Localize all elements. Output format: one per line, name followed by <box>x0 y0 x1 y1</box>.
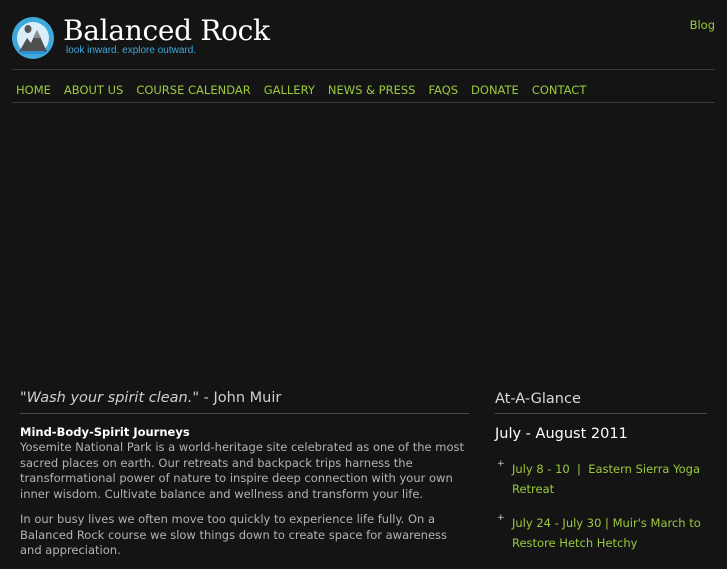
nav-link-gallery[interactable]: GALLERY <box>264 83 315 97</box>
hero-slideshow[interactable] <box>12 104 715 374</box>
plus-bullet-icon: + <box>497 459 505 469</box>
event-link-eastern-sierra-yoga-retreat[interactable]: July 8 - 10 | Eastern Sierra Yoga Retrea… <box>512 462 704 496</box>
nav-link-faqs[interactable]: FAQS <box>428 83 458 97</box>
intro-heading: Mind-Body-Spirit Journeys <box>20 425 190 439</box>
quote-divider <box>20 413 469 414</box>
nav-item-gallery: GALLERY <box>264 79 315 98</box>
plus-bullet-icon: + <box>497 513 505 523</box>
quote-open-mark: " <box>20 390 27 406</box>
intro-paragraph-1: Yosemite National Park is a world-herita… <box>20 440 465 501</box>
nav-item-home: HOME <box>16 79 51 98</box>
nav-bottom-divider <box>12 102 715 103</box>
at-a-glance-month: July - August 2011 <box>495 426 628 442</box>
nav-item-contact: CONTACT <box>532 79 587 98</box>
nav-item-faqs: FAQS <box>428 79 458 98</box>
brand-name[interactable]: Balanced Rock <box>63 14 270 48</box>
nav-top-divider <box>12 69 715 70</box>
brand[interactable]: Balanced Rock look inward. explore outwa… <box>63 14 270 56</box>
nav-link-contact[interactable]: CONTACT <box>532 83 587 97</box>
nav-link-course-calendar[interactable]: COURSE CALENDAR <box>136 83 250 97</box>
nav-item-course-calendar: COURSE CALENDAR <box>136 79 250 98</box>
nav-item-donate: DONATE <box>471 79 519 98</box>
nav-link-news-press[interactable]: NEWS & PRESS <box>328 83 416 97</box>
nav-link-about-us[interactable]: ABOUT US <box>64 83 123 97</box>
nav-link-home[interactable]: HOME <box>16 83 51 97</box>
balanced-rock-logo-icon[interactable] <box>11 16 55 60</box>
blog-link[interactable]: Blog <box>690 18 715 32</box>
at-a-glance-divider <box>495 413 707 414</box>
quote-text: Wash your spirit clean. <box>26 390 193 406</box>
nav-link-donate[interactable]: DONATE <box>471 83 519 97</box>
event-item: + July 24 - July 30 | Muir's March to Re… <box>497 512 707 551</box>
nav-item-about-us: ABOUT US <box>64 79 123 98</box>
john-muir-quote: "Wash your spirit clean." - John Muir <box>20 390 469 406</box>
event-list: + July 8 - 10 | Eastern Sierra Yoga Retr… <box>497 458 707 566</box>
event-item: + July 8 - 10 | Eastern Sierra Yoga Retr… <box>497 458 707 497</box>
intro-section: Mind-Body-Spirit Journeys Yosemite Natio… <box>20 424 469 569</box>
at-a-glance-heading: At-A-Glance <box>495 391 581 407</box>
intro-paragraph-2: In our busy lives we often move too quic… <box>20 512 448 557</box>
main-nav: HOME ABOUT US COURSE CALENDAR GALLERY NE… <box>16 79 599 98</box>
quote-attribution: " - John Muir <box>192 390 282 406</box>
event-link-muirs-march[interactable]: July 24 - July 30 | Muir's March to Rest… <box>512 516 701 550</box>
nav-item-news-press: NEWS & PRESS <box>328 79 416 98</box>
